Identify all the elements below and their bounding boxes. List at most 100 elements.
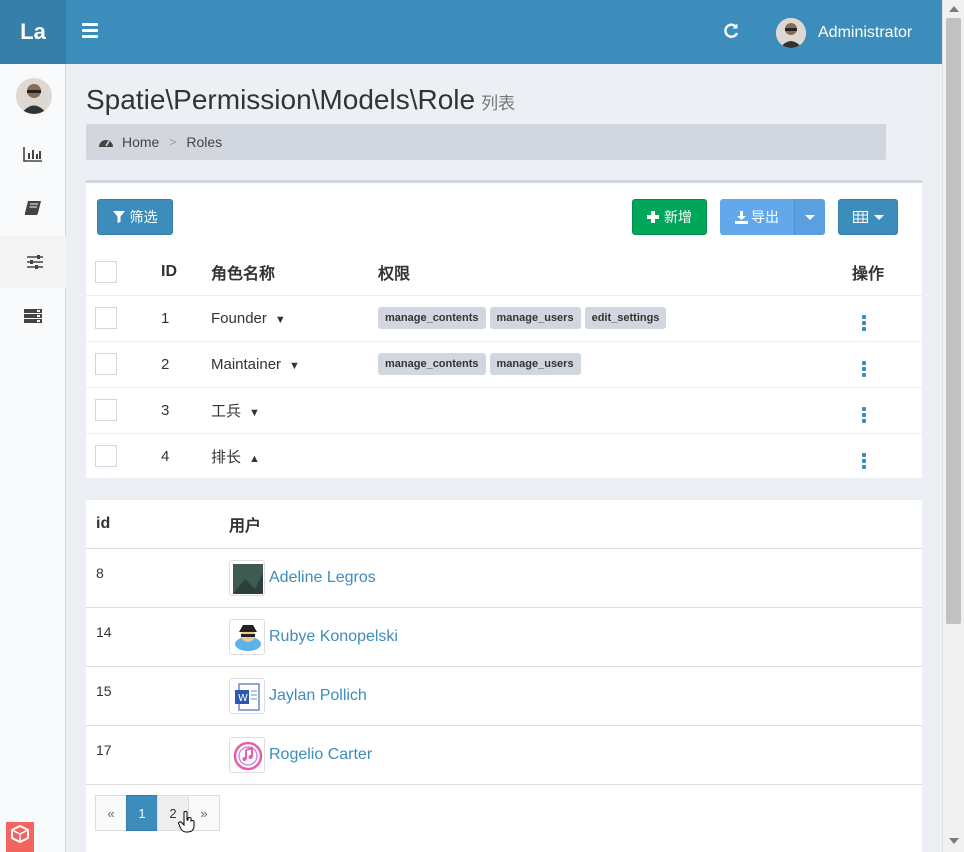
scroll-down-arrow-icon[interactable] bbox=[949, 838, 959, 844]
hand-cursor-icon bbox=[178, 811, 195, 833]
actions-cell bbox=[852, 341, 922, 388]
scrollbar[interactable] bbox=[942, 0, 964, 852]
row-checkbox[interactable] bbox=[95, 307, 117, 329]
columns-button[interactable] bbox=[838, 199, 898, 235]
row-checkbox[interactable] bbox=[95, 445, 117, 467]
col-role-name: 角色名称 bbox=[211, 249, 378, 296]
col-user: 用户 bbox=[229, 500, 922, 549]
roles-header-row: ID 角色名称 权限 操作 bbox=[86, 249, 922, 296]
user-cell: Rogelio Carter bbox=[229, 725, 922, 785]
role-name-cell: Founder ▼ bbox=[211, 295, 378, 342]
scroll-up-arrow-icon[interactable] bbox=[949, 6, 959, 12]
page-title-text: Spatie\Permission\Models\Role bbox=[86, 84, 476, 115]
select-all-checkbox[interactable] bbox=[95, 260, 117, 283]
permissions-cell bbox=[378, 387, 852, 434]
breadcrumb-current: Roles bbox=[186, 134, 223, 150]
row-select-cell bbox=[86, 387, 150, 434]
sidebar-avatar bbox=[16, 78, 52, 114]
top-navbar: La Administrator bbox=[0, 0, 942, 64]
roles-table: ID 角色名称 权限 操作 1 Founder ▼ manage_contents ma… bbox=[86, 249, 922, 480]
bar-chart-icon bbox=[23, 147, 42, 162]
scroll-thumb[interactable] bbox=[946, 18, 961, 624]
role-id: 2 bbox=[150, 341, 211, 388]
export-dropdown-button[interactable] bbox=[794, 199, 825, 235]
sidebar bbox=[0, 64, 66, 852]
col-actions: 操作 bbox=[852, 249, 922, 296]
refresh-icon[interactable] bbox=[722, 22, 740, 45]
caret-down-icon bbox=[873, 214, 884, 220]
users-box: id 用户 8 Adeline Legros 14 Rubye Konopelski 1… bbox=[86, 500, 922, 852]
download-icon bbox=[735, 210, 748, 224]
page-prev[interactable]: « bbox=[95, 795, 127, 831]
actions-cell bbox=[852, 295, 922, 342]
chevron-down-icon[interactable]: ▼ bbox=[249, 407, 260, 419]
menu-toggle-icon[interactable] bbox=[82, 23, 98, 39]
filter-label: 筛选 bbox=[129, 209, 158, 225]
more-actions-icon[interactable] bbox=[862, 314, 866, 331]
sidebar-item-settings[interactable] bbox=[0, 236, 66, 288]
col-id[interactable]: ID bbox=[150, 249, 211, 296]
plus-icon bbox=[647, 211, 659, 223]
row-checkbox[interactable] bbox=[95, 399, 117, 421]
more-actions-icon[interactable] bbox=[862, 360, 866, 377]
logo[interactable]: La bbox=[0, 0, 66, 64]
role-name-cell: Maintainer ▼ bbox=[211, 341, 378, 388]
users-table: id 用户 8 Adeline Legros 14 Rubye Konopelski 1… bbox=[86, 500, 922, 785]
table-row: 8 Adeline Legros bbox=[86, 548, 922, 608]
sidebar-item-server[interactable] bbox=[0, 290, 66, 342]
actions-cell bbox=[852, 433, 922, 480]
col-permissions: 权限 bbox=[378, 249, 852, 296]
avatar: W bbox=[229, 677, 265, 714]
user-link[interactable]: Adeline Legros bbox=[269, 569, 376, 586]
permission-tag: edit_settings bbox=[584, 307, 667, 329]
role-name: 工兵 bbox=[211, 402, 242, 420]
user-cell: Adeline Legros bbox=[229, 548, 922, 608]
role-name: Maintainer bbox=[211, 355, 282, 373]
user-id: 14 bbox=[86, 607, 229, 667]
permission-tag: manage_users bbox=[489, 353, 581, 375]
role-id: 1 bbox=[150, 295, 211, 342]
export-button[interactable]: 导出 bbox=[720, 199, 794, 235]
avatar bbox=[776, 18, 806, 48]
table-row: 1 Founder ▼ manage_contents manage_users edit… bbox=[86, 295, 922, 342]
users-header-row: id 用户 bbox=[86, 500, 922, 549]
sidebar-item-docs[interactable] bbox=[0, 182, 66, 234]
table-row: 3 工兵 ▼ bbox=[86, 387, 922, 434]
row-select-cell bbox=[86, 295, 150, 342]
more-actions-icon[interactable] bbox=[862, 406, 866, 423]
permission-tag: manage_contents bbox=[378, 307, 486, 329]
table-row: 15 W Jaylan Pollich bbox=[86, 666, 922, 726]
table-row: 2 Maintainer ▼ manage_contents manage_users bbox=[86, 341, 922, 388]
more-actions-icon[interactable] bbox=[862, 452, 866, 469]
permission-tag: manage_contents bbox=[378, 353, 486, 375]
caret-down-icon bbox=[805, 214, 815, 220]
avatar bbox=[229, 559, 265, 596]
new-label: 新增 bbox=[664, 209, 692, 225]
filter-button[interactable]: 筛选 bbox=[97, 199, 173, 235]
user-link[interactable]: Jaylan Pollich bbox=[269, 687, 367, 704]
chevron-down-icon[interactable]: ▼ bbox=[289, 360, 300, 372]
role-name: 排长 bbox=[211, 448, 242, 466]
user-name: Administrator bbox=[818, 24, 913, 41]
user-link[interactable]: Rogelio Carter bbox=[269, 746, 372, 763]
table-row: 4 排长 ▲ bbox=[86, 433, 922, 480]
export-label: 导出 bbox=[751, 209, 779, 225]
user-id: 15 bbox=[86, 666, 229, 726]
col-user-id: id bbox=[86, 500, 229, 549]
breadcrumb-home[interactable]: Home bbox=[122, 134, 159, 150]
permissions-cell bbox=[378, 433, 852, 480]
user-link[interactable]: Rubye Konopelski bbox=[269, 628, 398, 645]
chevron-up-icon[interactable]: ▲ bbox=[249, 453, 260, 465]
role-id: 4 bbox=[150, 433, 211, 480]
breadcrumb-separator: > bbox=[169, 135, 177, 149]
pagination: « 1 2 » bbox=[95, 795, 220, 831]
sidebar-item-dashboard[interactable] bbox=[0, 128, 66, 180]
row-checkbox[interactable] bbox=[95, 353, 117, 375]
avatar bbox=[229, 736, 265, 773]
actions-cell bbox=[852, 387, 922, 434]
page-1[interactable]: 1 bbox=[126, 795, 158, 831]
chevron-down-icon[interactable]: ▼ bbox=[275, 314, 286, 326]
new-button[interactable]: 新增 bbox=[632, 199, 707, 235]
user-menu[interactable]: Administrator bbox=[776, 17, 912, 49]
permissions-cell: manage_contents manage_users bbox=[378, 341, 852, 388]
